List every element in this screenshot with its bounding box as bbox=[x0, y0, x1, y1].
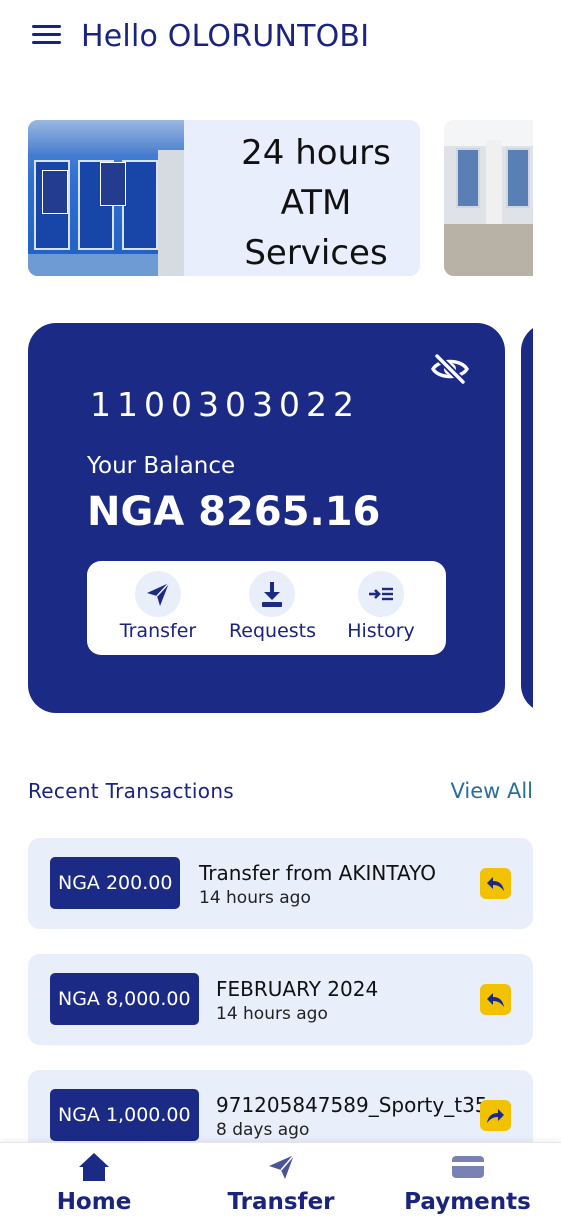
balance-amount: NGA 8265.16 bbox=[87, 489, 381, 535]
requests-action-label: Requests bbox=[228, 620, 317, 642]
transaction-amount: NGA 1,000.00 bbox=[50, 1089, 199, 1141]
transfer-action-label: Transfer bbox=[119, 620, 197, 642]
transaction-row[interactable]: NGA 8,000.00 FEBRUARY 2024 14 hours ago bbox=[28, 954, 533, 1045]
history-action-label: History bbox=[347, 620, 415, 642]
reply-arrow-icon bbox=[480, 984, 511, 1015]
nav-payments[interactable]: Payments bbox=[400, 1143, 535, 1220]
home-icon bbox=[77, 1151, 111, 1183]
nav-home-label: Home bbox=[56, 1189, 132, 1215]
transaction-title: 971205847589_Sporty_t35 bbox=[216, 1093, 488, 1117]
download-icon bbox=[249, 571, 295, 617]
promo-banner-hall[interactable] bbox=[444, 120, 533, 276]
transfer-action-button[interactable]: Transfer bbox=[101, 571, 215, 649]
home-screen: Hello OLORUNTOBI 24 hours ATM Services 1… bbox=[0, 0, 561, 1220]
view-all-link[interactable]: View All bbox=[450, 779, 533, 803]
send-icon bbox=[264, 1151, 298, 1183]
balance-label: Your Balance bbox=[87, 453, 236, 479]
banner-line: Services bbox=[244, 233, 388, 273]
card-icon bbox=[451, 1151, 485, 1183]
transaction-row[interactable]: NGA 200.00 Transfer from AKINTAYO 14 hou… bbox=[28, 838, 533, 929]
atm-booth-photo bbox=[28, 120, 184, 276]
nav-payments-label: Payments bbox=[404, 1189, 531, 1215]
account-card: 1100303022 Your Balance NGA 8265.16 Tran… bbox=[28, 323, 505, 713]
header: Hello OLORUNTOBI bbox=[0, 0, 561, 80]
account-number: 1100303022 bbox=[90, 385, 360, 424]
nav-transfer[interactable]: Transfer bbox=[216, 1143, 346, 1220]
transaction-amount: NGA 8,000.00 bbox=[50, 973, 199, 1025]
greeting-text: Hello OLORUNTOBI bbox=[81, 19, 370, 54]
bottom-nav: Home Transfer Payments bbox=[0, 1142, 561, 1220]
banner-line: 24 hours bbox=[241, 133, 391, 173]
transaction-time: 14 hours ago bbox=[199, 888, 311, 908]
transaction-time: 14 hours ago bbox=[216, 1004, 328, 1024]
reply-arrow-icon bbox=[480, 868, 511, 899]
eye-off-icon[interactable] bbox=[430, 351, 470, 387]
recent-transactions-title: Recent Transactions bbox=[28, 779, 235, 803]
forward-arrow-icon bbox=[480, 1100, 511, 1131]
transaction-title: Transfer from AKINTAYO bbox=[199, 861, 436, 885]
promo-banner-atm[interactable]: 24 hours ATM Services bbox=[28, 120, 420, 276]
nav-home[interactable]: Home bbox=[30, 1143, 158, 1220]
transaction-time: 8 days ago bbox=[216, 1120, 310, 1140]
history-action-button[interactable]: History bbox=[335, 571, 427, 649]
banner-caption: 24 hours ATM Services bbox=[213, 128, 419, 276]
nav-transfer-label: Transfer bbox=[227, 1189, 335, 1215]
history-icon bbox=[358, 571, 404, 617]
transaction-title: FEBRUARY 2024 bbox=[216, 977, 379, 1001]
quick-actions: Transfer Requests History bbox=[87, 561, 446, 655]
send-icon bbox=[135, 571, 181, 617]
menu-icon[interactable] bbox=[28, 18, 68, 54]
requests-action-button[interactable]: Requests bbox=[220, 571, 325, 649]
transaction-amount: NGA 200.00 bbox=[50, 857, 181, 909]
banner-line: ATM bbox=[280, 183, 352, 223]
